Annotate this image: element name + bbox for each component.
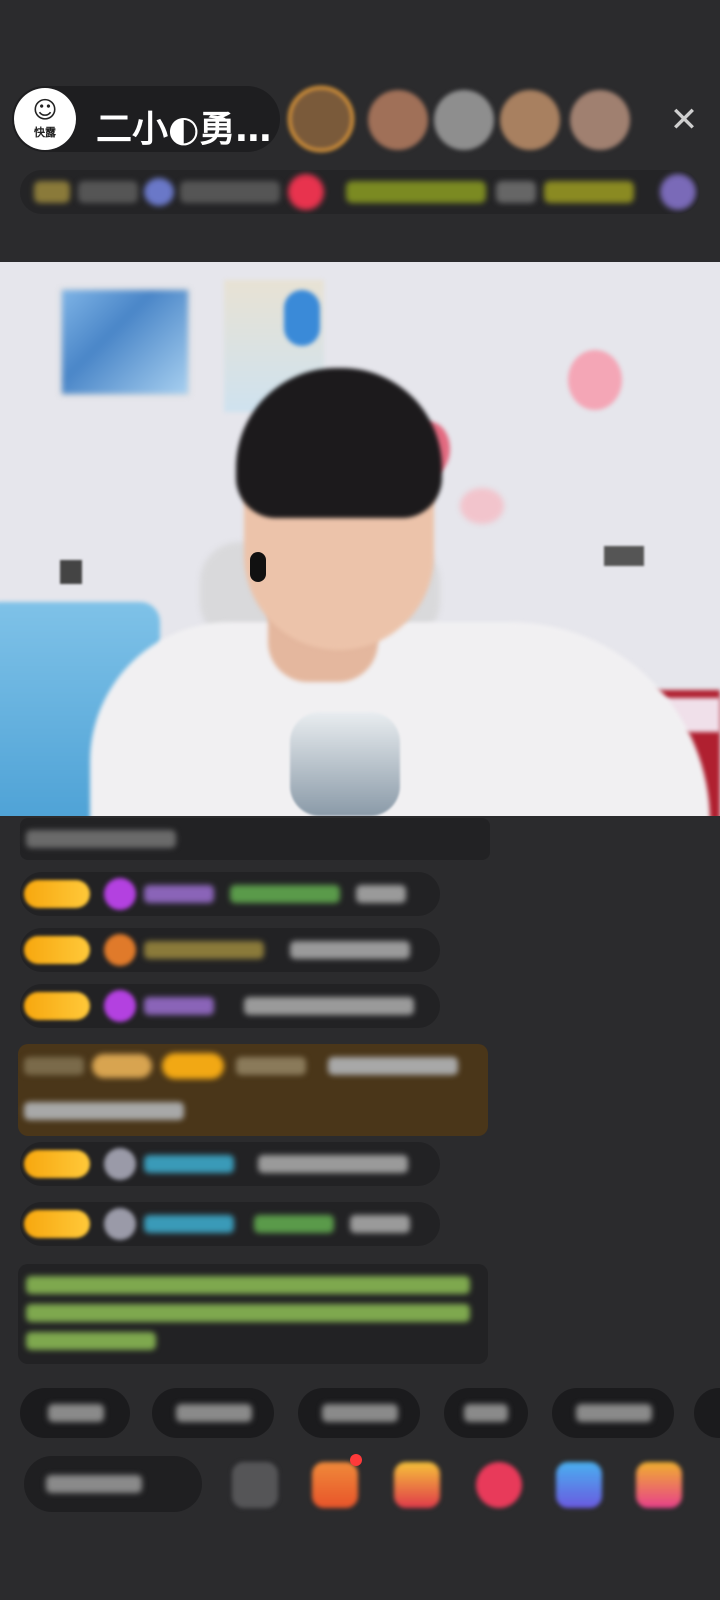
host-name[interactable]: 二小◐勇… xyxy=(96,100,276,152)
smile-logo-icon: ☺ xyxy=(32,96,58,124)
microphone-icon xyxy=(290,712,400,816)
fan-icon xyxy=(144,178,174,206)
notice-text xyxy=(346,181,486,203)
chat-message[interactable] xyxy=(20,1142,440,1186)
more-icon xyxy=(660,174,696,210)
input-placeholder xyxy=(46,1475,142,1493)
fan-badge-icon xyxy=(104,1208,136,1240)
chip-text xyxy=(322,1404,398,1422)
heart-decoration xyxy=(460,488,504,524)
live-badge-icon xyxy=(288,174,324,210)
viewer-avatar[interactable] xyxy=(434,90,494,150)
gift-badge xyxy=(92,1054,152,1078)
wall-switch xyxy=(604,546,644,566)
username-text xyxy=(144,885,214,903)
message-text xyxy=(356,885,406,903)
top-viewer-avatar[interactable] xyxy=(288,86,354,152)
emoji-icon[interactable] xyxy=(232,1462,278,1508)
chat-message[interactable] xyxy=(20,818,490,860)
blurred-text xyxy=(496,181,536,203)
system-text xyxy=(26,1276,470,1294)
quick-reply-chip[interactable] xyxy=(444,1388,528,1438)
username-text xyxy=(236,1057,306,1075)
blurred-text xyxy=(26,830,176,848)
host-avatar[interactable]: ☺ 快露 xyxy=(14,88,76,150)
poster-figure xyxy=(284,290,320,346)
person-body xyxy=(90,622,710,816)
diamond-icon xyxy=(104,878,136,910)
quick-reply-chip[interactable] xyxy=(20,1388,130,1438)
system-text xyxy=(26,1304,470,1322)
heart-icon[interactable] xyxy=(476,1462,522,1508)
viewer-avatar[interactable] xyxy=(368,90,428,150)
level-badge xyxy=(24,1150,90,1178)
rank-icon xyxy=(34,181,70,203)
diamond-icon xyxy=(104,990,136,1022)
chip-text xyxy=(48,1404,104,1422)
chat-message[interactable] xyxy=(20,1202,440,1246)
wall-socket xyxy=(60,560,82,584)
system-text xyxy=(26,1332,156,1350)
level-badge xyxy=(24,880,90,908)
notification-dot xyxy=(350,1454,362,1466)
live-video[interactable] xyxy=(0,262,720,816)
viewer-avatar[interactable] xyxy=(570,90,630,150)
gift-box-icon[interactable] xyxy=(312,1462,358,1508)
blurred-text xyxy=(180,181,280,203)
message-text xyxy=(290,941,410,959)
username-text xyxy=(144,1155,234,1173)
message-text xyxy=(258,1155,408,1173)
reply-text xyxy=(230,885,340,903)
chat-message[interactable] xyxy=(20,928,440,972)
system-message xyxy=(18,1264,488,1364)
username-text xyxy=(144,941,264,959)
viewer-avatar[interactable] xyxy=(500,90,560,150)
message-text xyxy=(244,997,414,1015)
quick-reply-chip[interactable] xyxy=(552,1388,674,1438)
chat-message[interactable] xyxy=(20,872,440,916)
balloon xyxy=(568,350,622,410)
username-text xyxy=(144,1215,234,1233)
close-icon[interactable]: ✕ xyxy=(664,100,704,140)
blurred-text xyxy=(24,1057,84,1075)
quick-reply-chip[interactable] xyxy=(152,1388,274,1438)
reply-text xyxy=(254,1215,334,1233)
notice-text xyxy=(544,181,634,203)
level-badge xyxy=(24,936,90,964)
level-badge xyxy=(24,1210,90,1238)
game-controller-icon[interactable] xyxy=(556,1462,602,1508)
fan-badge-icon xyxy=(104,934,136,966)
chip-text xyxy=(576,1404,652,1422)
blurred-text xyxy=(78,181,138,203)
wall-painting xyxy=(60,288,190,396)
red-packet-icon[interactable] xyxy=(394,1462,440,1508)
message-text xyxy=(328,1057,458,1075)
chat-input[interactable] xyxy=(24,1456,202,1512)
app-logo-text: 快露 xyxy=(34,126,56,139)
level-badge xyxy=(24,992,90,1020)
chat-message[interactable] xyxy=(20,984,440,1028)
gift-message[interactable] xyxy=(18,1044,488,1136)
username-text xyxy=(144,997,214,1015)
fan-badge-icon xyxy=(104,1148,136,1180)
stream-info-bar[interactable] xyxy=(20,170,700,214)
message-text xyxy=(24,1102,184,1120)
quick-reply-chip[interactable] xyxy=(694,1388,720,1438)
chip-text xyxy=(176,1404,252,1422)
earphones-icon xyxy=(250,552,266,582)
gift-icon[interactable] xyxy=(636,1462,682,1508)
quick-reply-chip[interactable] xyxy=(298,1388,420,1438)
chip-text xyxy=(464,1404,508,1422)
message-text xyxy=(350,1215,410,1233)
level-badge xyxy=(162,1053,224,1079)
